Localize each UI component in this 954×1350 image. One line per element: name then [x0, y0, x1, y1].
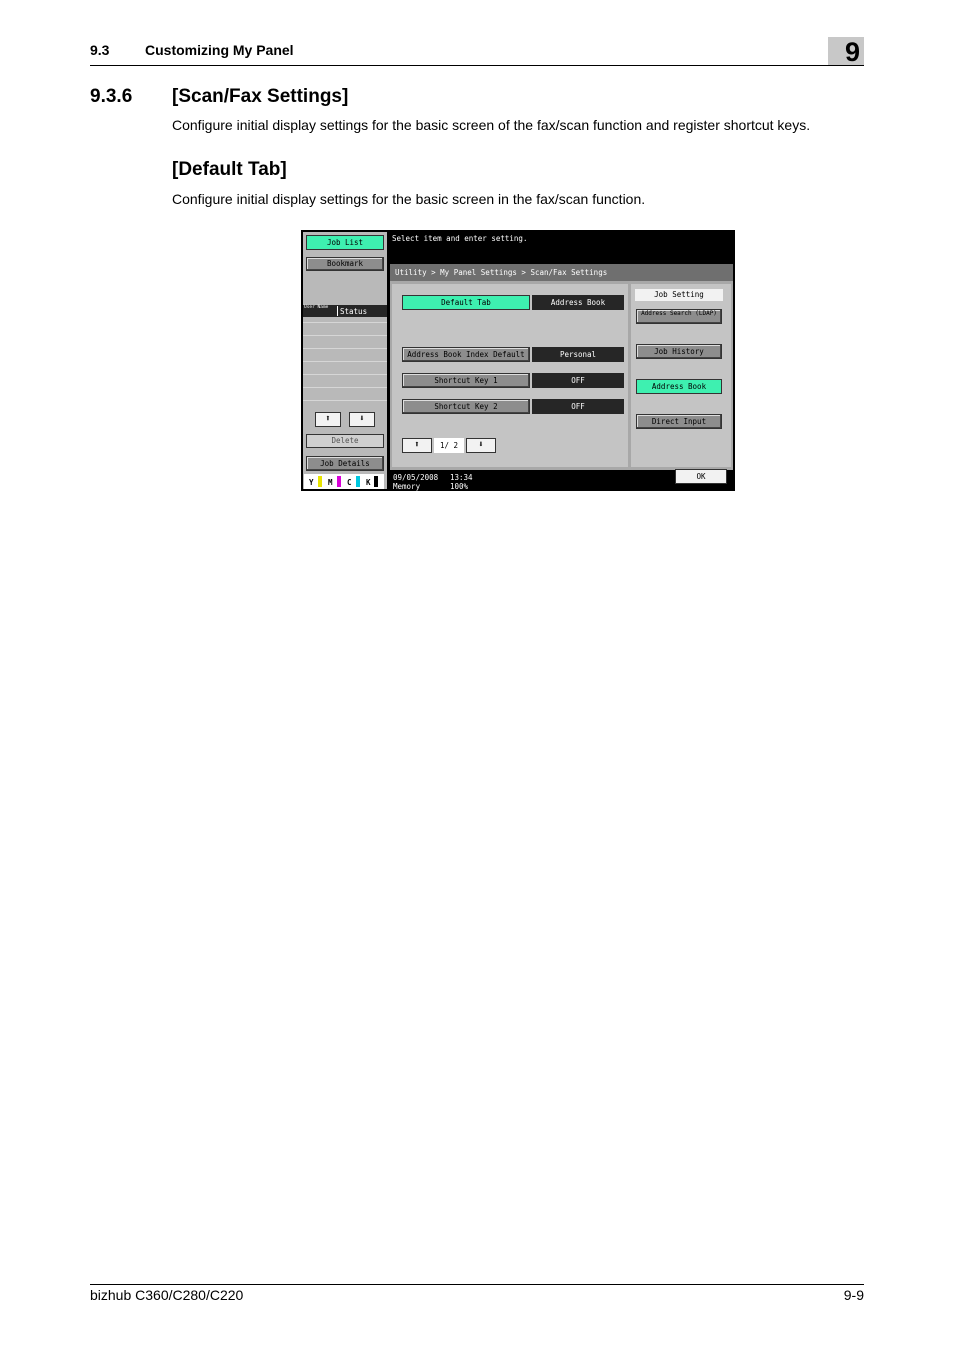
- job-setting-panel: Job Setting Address Search (LDAP) Job Hi…: [631, 284, 731, 467]
- job-history-button[interactable]: Job History: [636, 344, 722, 359]
- header-title: Customizing My Panel: [145, 42, 294, 58]
- column-divider: [337, 306, 338, 316]
- memory-label: Memory: [393, 482, 421, 491]
- page-indicator: 1/ 2: [434, 438, 464, 453]
- toner-level-m: [337, 476, 341, 487]
- settings-pane: Utility > My Panel Settings > Scan/Fax S…: [390, 264, 733, 470]
- list-row-line: [303, 361, 387, 362]
- toner-indicator: Y M C K: [304, 474, 384, 489]
- arrow-down-icon: ⬇: [478, 440, 484, 450]
- shortcut-key-1-button[interactable]: Shortcut Key 1: [402, 373, 530, 388]
- scroll-up-button[interactable]: ⬆: [315, 412, 341, 427]
- ok-button[interactable]: OK: [675, 469, 727, 484]
- shortcut-key-2-button[interactable]: Shortcut Key 2: [402, 399, 530, 414]
- toner-level-y: [318, 476, 322, 487]
- subsection-intro: Configure initial display settings for t…: [172, 191, 646, 207]
- device-screen-figure: Job List Bookmark User Name Status ⬆ ⬇ D…: [301, 230, 735, 491]
- address-book-index-default-button[interactable]: Address Book Index Default: [402, 347, 530, 362]
- job-list-header: User Name Status: [303, 305, 387, 317]
- user-name-column-label: User Name: [304, 305, 329, 310]
- arrow-up-icon: ⬆: [414, 440, 420, 450]
- list-row-line: [303, 400, 387, 401]
- toner-level-k: [374, 476, 378, 487]
- status-column-label: Status: [340, 307, 368, 316]
- footer-page-number: 9-9: [843, 1287, 864, 1303]
- job-pane: Job List Bookmark User Name Status ⬆ ⬇ D…: [303, 232, 387, 489]
- job-setting-heading: Job Setting: [635, 289, 723, 301]
- section-number: 9.3.6: [90, 86, 133, 107]
- default-tab-button[interactable]: Default Tab: [402, 295, 530, 310]
- toner-label-k: K: [366, 478, 371, 487]
- list-row-line: [303, 322, 387, 323]
- address-search-ldap-button[interactable]: Address Search (LDAP): [636, 309, 722, 324]
- header-divider: [90, 65, 864, 66]
- delete-button[interactable]: Delete: [306, 434, 384, 448]
- scroll-down-button[interactable]: ⬇: [349, 412, 375, 427]
- toner-level-c: [356, 476, 360, 487]
- time-readout: 13:34: [450, 473, 473, 482]
- list-row-line: [303, 387, 387, 388]
- job-list-button[interactable]: Job List: [306, 235, 384, 250]
- address-book-index-default-value: Personal: [532, 347, 624, 362]
- breadcrumb: Utility > My Panel Settings > Scan/Fax S…: [390, 264, 733, 281]
- header-section-number: 9.3: [90, 42, 110, 58]
- arrow-down-icon: ⬇: [359, 414, 365, 424]
- bookmark-button[interactable]: Bookmark: [306, 257, 384, 271]
- subsection-title: [Default Tab]: [172, 159, 287, 180]
- arrow-up-icon: ⬆: [325, 414, 331, 424]
- shortcut-key-1-value: OFF: [532, 373, 624, 388]
- page-down-button[interactable]: ⬇: [466, 438, 496, 453]
- address-book-button[interactable]: Address Book: [636, 379, 722, 394]
- settings-list: Default Tab Address Book Address Book In…: [392, 284, 628, 467]
- toner-label-y: Y: [309, 478, 314, 487]
- status-bar: 09/05/2008 13:34 Memory 100% OK: [390, 469, 735, 491]
- footer-divider: [90, 1284, 864, 1285]
- direct-input-button[interactable]: Direct Input: [636, 414, 722, 429]
- chapter-number-badge: 9: [828, 37, 864, 67]
- footer-product: bizhub C360/C280/C220: [90, 1287, 244, 1303]
- toner-label-c: C: [347, 478, 352, 487]
- shortcut-key-2-value: OFF: [532, 399, 624, 414]
- job-details-button[interactable]: Job Details: [306, 456, 384, 471]
- page-up-button[interactable]: ⬆: [402, 438, 432, 453]
- list-row-line: [303, 348, 387, 349]
- toner-label-m: M: [328, 478, 333, 487]
- date-readout: 09/05/2008: [393, 473, 439, 482]
- list-row-line: [303, 335, 387, 336]
- list-row-line: [303, 374, 387, 375]
- section-title: [Scan/Fax Settings]: [172, 86, 349, 107]
- default-tab-value: Address Book: [532, 295, 624, 310]
- memory-value: 100%: [450, 482, 469, 491]
- section-intro: Configure initial display settings for t…: [172, 117, 811, 133]
- screen-message: Select item and enter setting.: [392, 234, 528, 243]
